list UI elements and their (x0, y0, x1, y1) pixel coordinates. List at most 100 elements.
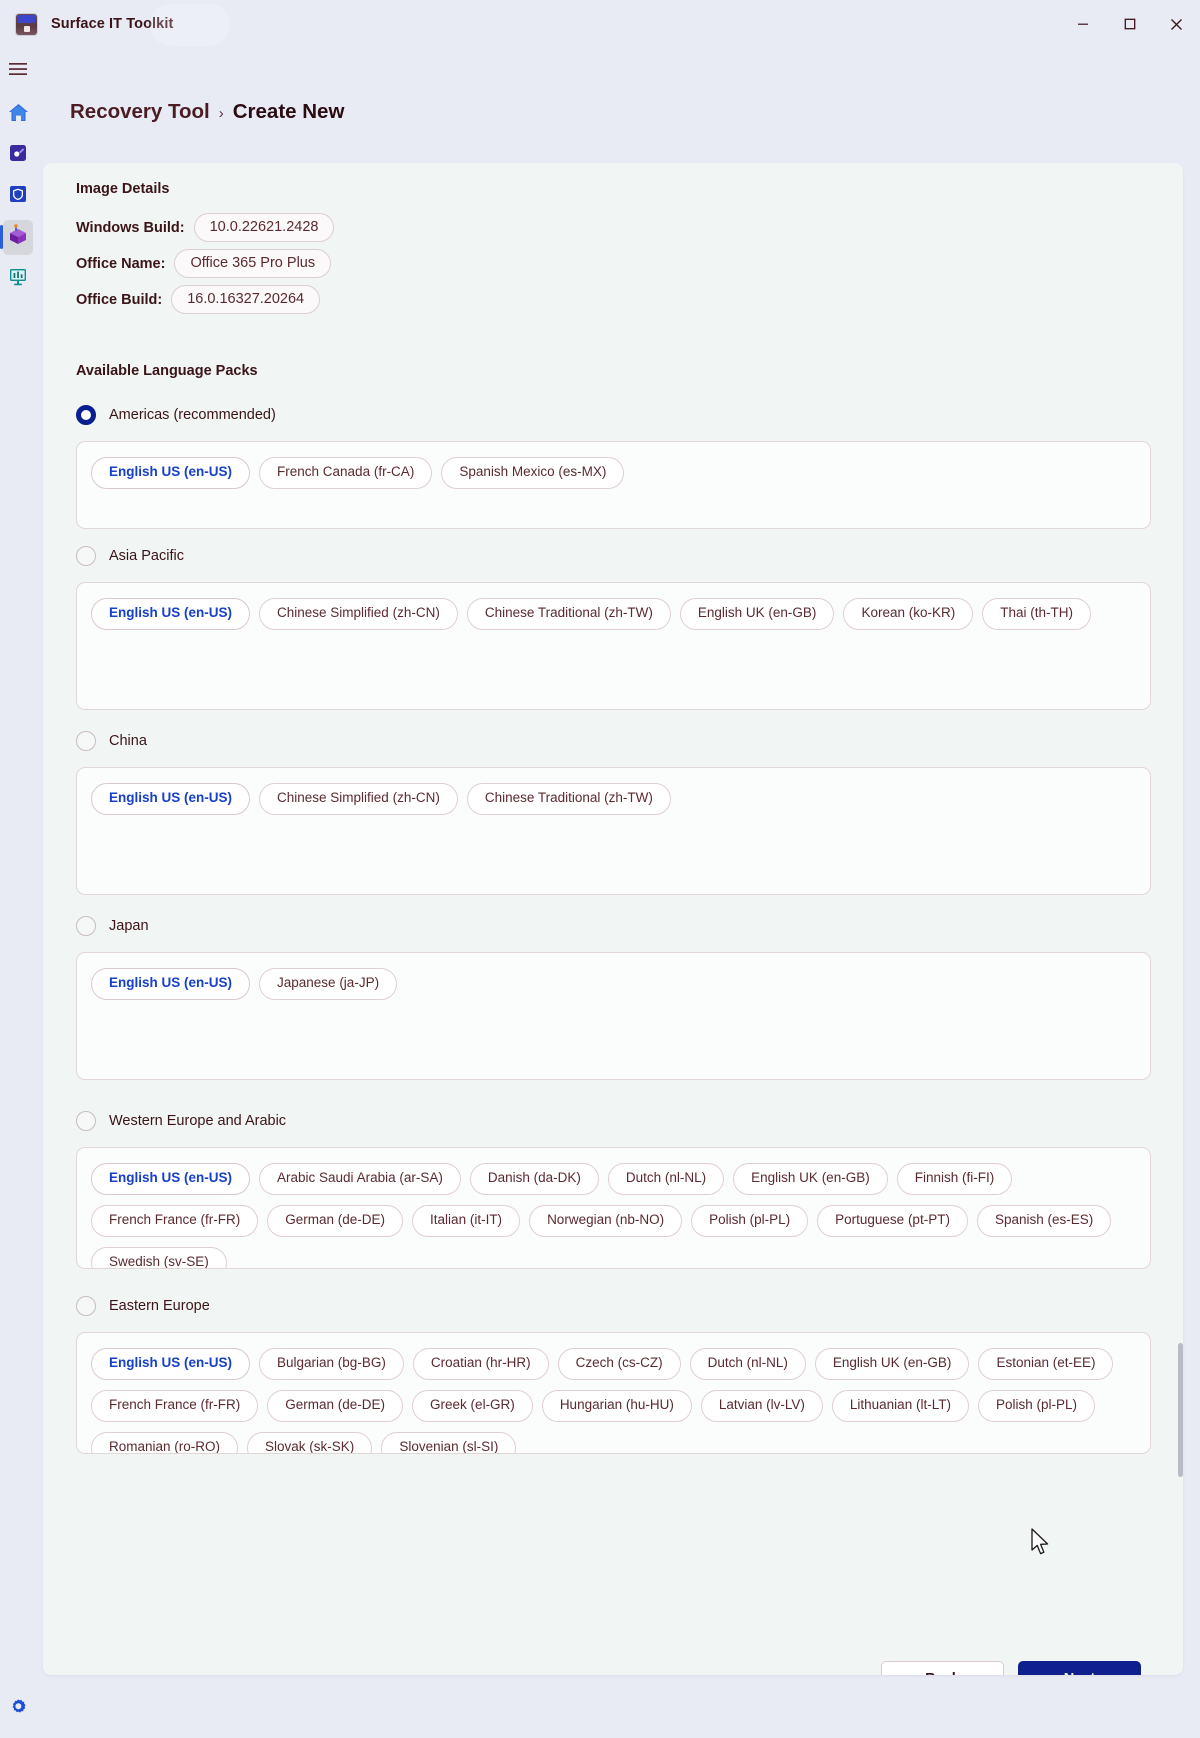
image-detail-value: 16.0.16327.20264 (171, 285, 320, 314)
gear-icon (8, 1697, 28, 1722)
language-pill[interactable]: Italian (it-IT) (412, 1205, 520, 1237)
language-pill[interactable]: German (de-DE) (267, 1390, 403, 1422)
language-pill[interactable]: Chinese Traditional (zh-TW) (467, 598, 671, 630)
radio-button[interactable] (76, 1296, 96, 1316)
language-pill-container: English US (en-US) French Canada (fr-CA) S… (76, 441, 1151, 529)
language-pill[interactable]: Dutch (nl-NL) (690, 1348, 806, 1380)
language-pill[interactable]: Finnish (fi-FI) (897, 1163, 1013, 1195)
radio-button[interactable] (76, 1111, 96, 1131)
sidebar-item-package[interactable] (0, 135, 36, 176)
image-detail-row: Windows Build:10.0.22621.2428 (76, 213, 334, 242)
image-detail-row: Office Name:Office 365 Pro Plus (76, 249, 331, 278)
breadcrumb-parent[interactable]: Recovery Tool (70, 100, 210, 124)
language-group-option[interactable]: Americas (recommended) (76, 403, 1151, 427)
language-pill[interactable]: French Canada (fr-CA) (259, 457, 432, 489)
radio-button[interactable] (76, 405, 96, 425)
menu-toggle[interactable] (0, 48, 36, 94)
language-pill[interactable]: Polish (pl-PL) (691, 1205, 808, 1237)
image-detail-label: Office Name: (76, 256, 165, 272)
language-pill[interactable]: Arabic Saudi Arabia (ar-SA) (259, 1163, 461, 1195)
breadcrumb: Recovery Tool › Create New (70, 100, 344, 124)
language-pill[interactable]: German (de-DE) (267, 1205, 403, 1237)
language-pill[interactable]: English UK (en-GB) (680, 598, 835, 630)
language-pill[interactable]: Latvian (lv-LV) (701, 1390, 823, 1422)
language-pill[interactable]: Korean (ko-KR) (843, 598, 973, 630)
language-pill[interactable]: Swedish (sv-SE) (91, 1247, 227, 1269)
language-pill[interactable]: Polish (pl-PL) (978, 1390, 1095, 1422)
language-group-option[interactable]: Asia Pacific (76, 544, 1151, 568)
language-pill[interactable]: English UK (en-GB) (815, 1348, 970, 1380)
main-card: Image Details Windows Build:10.0.22621.2… (43, 163, 1183, 1675)
language-pill[interactable]: English US (en-US) (91, 1348, 250, 1380)
radio-button[interactable] (76, 731, 96, 751)
language-pill-container: English US (en-US) Bulgarian (bg-BG) Croat… (76, 1332, 1151, 1454)
language-group-option[interactable]: China (76, 729, 1151, 753)
monitor-chart-icon (8, 266, 28, 291)
maximize-button[interactable] (1106, 0, 1153, 48)
language-group-label: Asia Pacific (109, 548, 184, 564)
close-button[interactable] (1153, 0, 1200, 48)
language-pill[interactable]: Hungarian (hu-HU) (542, 1390, 692, 1422)
language-group-option[interactable]: Western Europe and Arabic (76, 1109, 1151, 1133)
language-pill[interactable]: Romanian (ro-RO) (91, 1432, 238, 1454)
sidebar (0, 48, 36, 1738)
language-pill[interactable]: English US (en-US) (91, 1163, 250, 1195)
next-button[interactable]: Next (1018, 1661, 1141, 1675)
language-pill-row: English US (en-US) Chinese Simplified (zh… (91, 783, 1136, 815)
radio-button[interactable] (76, 546, 96, 566)
sidebar-item-home[interactable] (0, 94, 36, 135)
language-pill[interactable]: Spanish (es-ES) (977, 1205, 1111, 1237)
language-packs-heading: Available Language Packs (76, 363, 258, 379)
language-group-option[interactable]: Japan (76, 914, 1151, 938)
toolbox-icon (16, 14, 37, 35)
sidebar-item-recovery-tool[interactable] (0, 217, 36, 258)
language-pill[interactable]: French France (fr-FR) (91, 1205, 258, 1237)
language-group-option[interactable]: Eastern Europe (76, 1294, 1151, 1318)
language-pill[interactable]: Estonian (et-EE) (978, 1348, 1113, 1380)
window-title: Surface IT Toolkit (51, 16, 173, 32)
sidebar-item-security[interactable] (0, 176, 36, 217)
radio-button[interactable] (76, 916, 96, 936)
language-group: China English US (en-US) Chinese Simplifie… (76, 729, 1151, 895)
language-pill[interactable]: Japanese (ja-JP) (259, 968, 397, 1000)
language-pill[interactable]: Dutch (nl-NL) (608, 1163, 724, 1195)
language-pill[interactable]: Czech (cs-CZ) (558, 1348, 681, 1380)
language-pill[interactable]: Norwegian (nb-NO) (529, 1205, 682, 1237)
minimize-button[interactable] (1059, 0, 1106, 48)
language-pill[interactable]: English US (en-US) (91, 783, 250, 815)
language-pill[interactable]: Bulgarian (bg-BG) (259, 1348, 404, 1380)
language-pill[interactable]: English US (en-US) (91, 457, 250, 489)
language-pill[interactable]: English US (en-US) (91, 968, 250, 1000)
language-pill[interactable]: Thai (th-TH) (982, 598, 1091, 630)
back-button[interactable]: Back (881, 1661, 1004, 1675)
sidebar-item-settings[interactable] (0, 1689, 36, 1730)
image-detail-value: 10.0.22621.2428 (194, 213, 335, 242)
language-pill[interactable]: Slovenian (sl-SI) (381, 1432, 516, 1454)
app-window: Surface IT Toolkit (0, 0, 1200, 1738)
language-pill[interactable]: Danish (da-DK) (470, 1163, 599, 1195)
shield-icon (8, 184, 28, 209)
language-group-label: Japan (109, 918, 149, 934)
hamburger-menu-icon (8, 62, 28, 81)
language-pill[interactable]: Greek (el-GR) (412, 1390, 533, 1422)
language-group: Eastern Europe English US (en-US) Bulgaria… (76, 1294, 1151, 1454)
language-group: Western Europe and Arabic English US (en-… (76, 1109, 1151, 1269)
language-pill[interactable]: Croatian (hr-HR) (413, 1348, 549, 1380)
package-icon (8, 143, 28, 168)
language-group-label: Eastern Europe (109, 1298, 210, 1314)
language-pill[interactable]: Slovak (sk-SK) (247, 1432, 372, 1454)
language-pill[interactable]: English UK (en-GB) (733, 1163, 888, 1195)
language-group-label: China (109, 733, 147, 749)
language-pill[interactable]: French France (fr-FR) (91, 1390, 258, 1422)
language-pill[interactable]: Chinese Simplified (zh-CN) (259, 598, 458, 630)
language-pill[interactable]: Spanish Mexico (es-MX) (441, 457, 624, 489)
image-details-heading: Image Details (76, 181, 170, 197)
language-pill[interactable]: English US (en-US) (91, 598, 250, 630)
sidebar-item-diagnostics[interactable] (0, 258, 36, 299)
language-pill[interactable]: Chinese Traditional (zh-TW) (467, 783, 671, 815)
language-pill[interactable]: Chinese Simplified (zh-CN) (259, 783, 458, 815)
language-pill[interactable]: Lithuanian (lt-LT) (832, 1390, 969, 1422)
vertical-scrollbar[interactable] (1178, 1343, 1183, 1477)
language-pill[interactable]: Portuguese (pt-PT) (817, 1205, 968, 1237)
language-group: Japan English US (en-US) Japanese (ja-JP) (76, 914, 1151, 1080)
